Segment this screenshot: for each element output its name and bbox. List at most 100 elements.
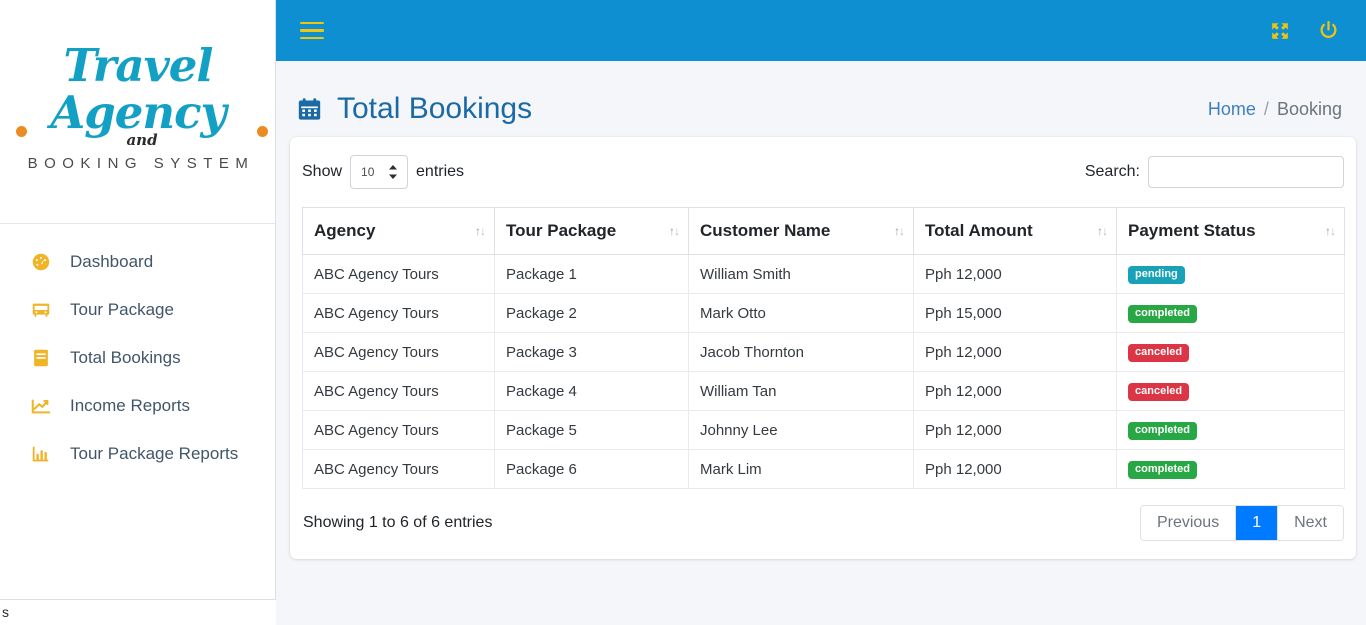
show-label: Show xyxy=(302,163,343,180)
cell-customer-name: Mark Lim xyxy=(688,449,914,489)
hamburger-bar xyxy=(300,22,324,25)
search-control: Search: xyxy=(1085,156,1344,188)
status-badge: completed xyxy=(1128,461,1198,479)
hamburger-bar xyxy=(300,36,324,39)
breadcrumb: Home / Booking xyxy=(1208,99,1342,120)
tachometer-icon xyxy=(30,251,56,273)
cell-tour-package: Package 3 xyxy=(494,332,689,372)
sidebar-item-total-bookings[interactable]: Total Bookings xyxy=(0,334,275,382)
table-controls: Show 10 entries Search: xyxy=(302,155,1344,207)
cell-customer-name: Johnny Lee xyxy=(688,410,914,450)
logo-main-label: Travel Agency xyxy=(50,39,226,140)
chevron-updown-icon xyxy=(388,164,398,180)
stray-character: s xyxy=(2,604,9,620)
status-badge: canceled xyxy=(1128,383,1190,401)
sidebar-item-label: Tour Package Reports xyxy=(70,444,239,463)
column-header-tour-package[interactable]: Tour Package ↑↓ xyxy=(494,207,689,255)
status-badge: completed xyxy=(1128,422,1198,440)
sidebar-item-label: Total Bookings xyxy=(70,348,181,367)
cell-total-amount: Pph 12,000 xyxy=(913,332,1117,372)
cell-payment-status: canceled xyxy=(1116,371,1345,411)
cell-payment-status: canceled xyxy=(1116,332,1345,372)
cell-agency: ABC Agency Tours xyxy=(302,293,495,333)
sort-icon: ↑↓ xyxy=(1325,224,1336,238)
cell-payment-status: completed xyxy=(1116,449,1345,489)
logo-wrap: Travel Agency and BOOKING SYSTEM xyxy=(0,42,276,172)
page-title: Total Bookings xyxy=(296,92,532,126)
cell-agency: ABC Agency Tours xyxy=(302,410,495,450)
sort-icon: ↑↓ xyxy=(669,224,680,238)
main-content: Total Bookings Home / Booking Show 10 en… xyxy=(276,61,1366,625)
column-header-label: Total Amount xyxy=(925,221,1033,240)
cell-payment-status: completed xyxy=(1116,293,1345,333)
sidebar-item-label: Income Reports xyxy=(70,396,190,415)
table-footer: Showing 1 to 6 of 6 entries Previous 1 N… xyxy=(302,489,1344,559)
pagination: Previous 1 Next xyxy=(1139,505,1344,541)
sidebar-item-label: Dashboard xyxy=(70,252,154,271)
app-root: Travel Agency and BOOKING SYSTEM Dashboa… xyxy=(0,0,1366,625)
logo-main-text: Travel Agency xyxy=(0,42,276,137)
pagination-next[interactable]: Next xyxy=(1278,506,1343,540)
cell-customer-name: William Tan xyxy=(688,371,914,411)
column-header-payment-status[interactable]: Payment Status ↑↓ xyxy=(1116,207,1345,255)
cell-agency: ABC Agency Tours xyxy=(302,332,495,372)
cell-customer-name: William Smith xyxy=(688,254,914,294)
sidebar-item-dashboard[interactable]: Dashboard xyxy=(0,238,275,286)
entries-label: entries xyxy=(416,163,465,180)
bus-icon xyxy=(30,299,56,321)
page-length-control: Show 10 entries xyxy=(302,155,464,189)
logo-dot-left-icon xyxy=(16,125,27,137)
bookings-table: Agency ↑↓ Tour Package ↑↓ Customer Name … xyxy=(302,207,1345,489)
search-label: Search: xyxy=(1084,163,1140,180)
cell-total-amount: Pph 12,000 xyxy=(913,410,1117,450)
sidebar-item-income-reports[interactable]: Income Reports xyxy=(0,382,275,430)
expand-arrows-icon[interactable] xyxy=(1269,20,1291,42)
cell-customer-name: Jacob Thornton xyxy=(688,332,914,372)
table-row: ABC Agency Tours Package 5 Johnny Lee Pph 1… xyxy=(302,410,1345,450)
book-icon xyxy=(30,347,56,369)
cell-total-amount: Pph 12,000 xyxy=(913,371,1117,411)
column-header-label: Tour Package xyxy=(506,221,617,240)
pagination-page-1[interactable]: 1 xyxy=(1236,506,1279,540)
hamburger-icon[interactable] xyxy=(300,20,326,42)
brand-logo[interactable]: Travel Agency and BOOKING SYSTEM xyxy=(0,0,275,224)
page-title-text: Total Bookings xyxy=(337,92,533,125)
table-header-row: Agency ↑↓ Tour Package ↑↓ Customer Name … xyxy=(302,207,1345,255)
breadcrumb-home-link[interactable]: Home xyxy=(1208,99,1256,120)
cell-tour-package: Package 5 xyxy=(494,410,689,450)
breadcrumb-separator: / xyxy=(1263,98,1269,119)
entries-info: Showing 1 to 6 of 6 entries xyxy=(303,514,493,531)
cell-tour-package: Package 6 xyxy=(494,449,689,489)
sort-icon: ↑↓ xyxy=(894,224,905,238)
cell-total-amount: Pph 12,000 xyxy=(913,254,1117,294)
column-header-label: Agency xyxy=(314,221,376,240)
power-off-icon[interactable] xyxy=(1317,19,1340,42)
page-length-select[interactable]: 10 xyxy=(350,155,409,189)
table-row: ABC Agency Tours Package 4 William Tan Pph … xyxy=(302,371,1345,411)
column-header-agency[interactable]: Agency ↑↓ xyxy=(302,207,495,255)
cell-agency: ABC Agency Tours xyxy=(302,371,495,411)
column-header-customer-name[interactable]: Customer Name ↑↓ xyxy=(688,207,914,255)
sort-icon: ↑↓ xyxy=(475,224,486,238)
bookings-card: Show 10 entries Search: Agency ↑↓ Tour P… xyxy=(290,137,1356,559)
search-input[interactable] xyxy=(1148,156,1344,188)
sidebar-item-tour-package-reports[interactable]: Tour Package Reports xyxy=(0,430,275,478)
table-header: Agency ↑↓ Tour Package ↑↓ Customer Name … xyxy=(302,207,1345,255)
column-header-label: Payment Status xyxy=(1128,221,1256,240)
table-body: ABC Agency Tours Package 1 William Smith Pp… xyxy=(302,254,1345,489)
cell-tour-package: Package 1 xyxy=(494,254,689,294)
topbar-actions xyxy=(1269,19,1366,42)
breadcrumb-current: Booking xyxy=(1276,98,1342,119)
cell-payment-status: completed xyxy=(1116,410,1345,450)
sidebar-item-tour-package[interactable]: Tour Package xyxy=(0,286,275,334)
pagination-previous[interactable]: Previous xyxy=(1140,506,1237,540)
status-badge: completed xyxy=(1128,305,1198,323)
column-header-total-amount[interactable]: Total Amount ↑↓ xyxy=(913,207,1117,255)
logo-subtitle: BOOKING SYSTEM xyxy=(27,154,255,172)
chart-line-icon xyxy=(30,395,56,417)
table-row: ABC Agency Tours Package 2 Mark Otto Pph 15… xyxy=(302,293,1345,333)
table-row: ABC Agency Tours Package 6 Mark Lim Pph 12,… xyxy=(302,449,1345,489)
cell-tour-package: Package 4 xyxy=(494,371,689,411)
sidebar: Travel Agency and BOOKING SYSTEM Dashboa… xyxy=(0,0,276,600)
page-header: Total Bookings Home / Booking xyxy=(276,61,1366,135)
